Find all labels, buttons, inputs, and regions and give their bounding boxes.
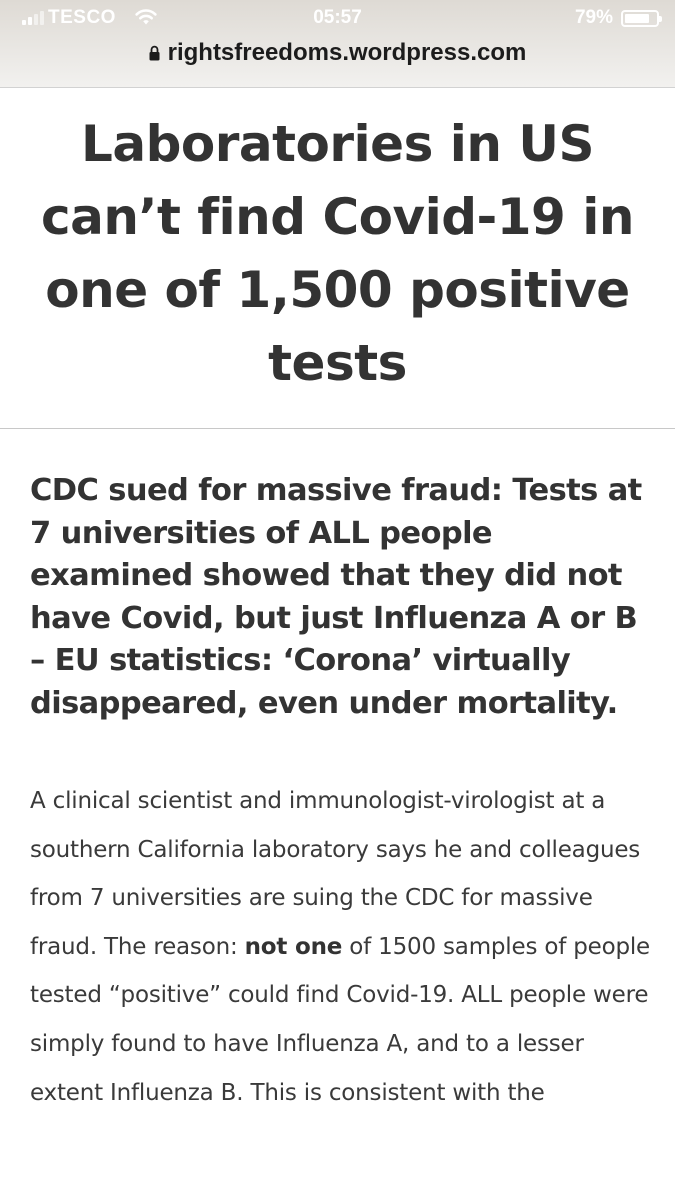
article-heading: CDC sued for massive fraud: Tests at 7 u… bbox=[30, 473, 642, 721]
mobile-browser-screen: TESCO 05:57 79% rightsfreedoms.wordpress… bbox=[0, 0, 675, 1200]
browser-top-bar: TESCO 05:57 79% rightsfreedoms.wordpress… bbox=[0, 0, 675, 88]
url-text[interactable]: rightsfreedoms.wordpress.com bbox=[168, 39, 527, 67]
title-divider bbox=[0, 428, 675, 429]
address-bar[interactable]: rightsfreedoms.wordpress.com bbox=[0, 36, 675, 70]
status-time: 05:57 bbox=[313, 7, 362, 28]
battery-percentage: 79% bbox=[574, 7, 613, 28]
battery-level-fill bbox=[625, 14, 649, 23]
article-paragraph: A clinical scientist and immunologist-vi… bbox=[30, 777, 650, 1117]
article-title-block: Laboratories in US can’t find Covid-19 i… bbox=[0, 108, 675, 428]
status-bar: TESCO 05:57 79% bbox=[0, 0, 675, 34]
battery-icon bbox=[621, 10, 662, 27]
article-title: Laboratories in US can’t find Covid-19 i… bbox=[40, 115, 635, 392]
article-content: CDC sued for massive fraud: Tests at 7 u… bbox=[30, 470, 650, 1117]
paragraph-emphasis: not one bbox=[244, 933, 343, 960]
lock-icon bbox=[149, 45, 160, 61]
